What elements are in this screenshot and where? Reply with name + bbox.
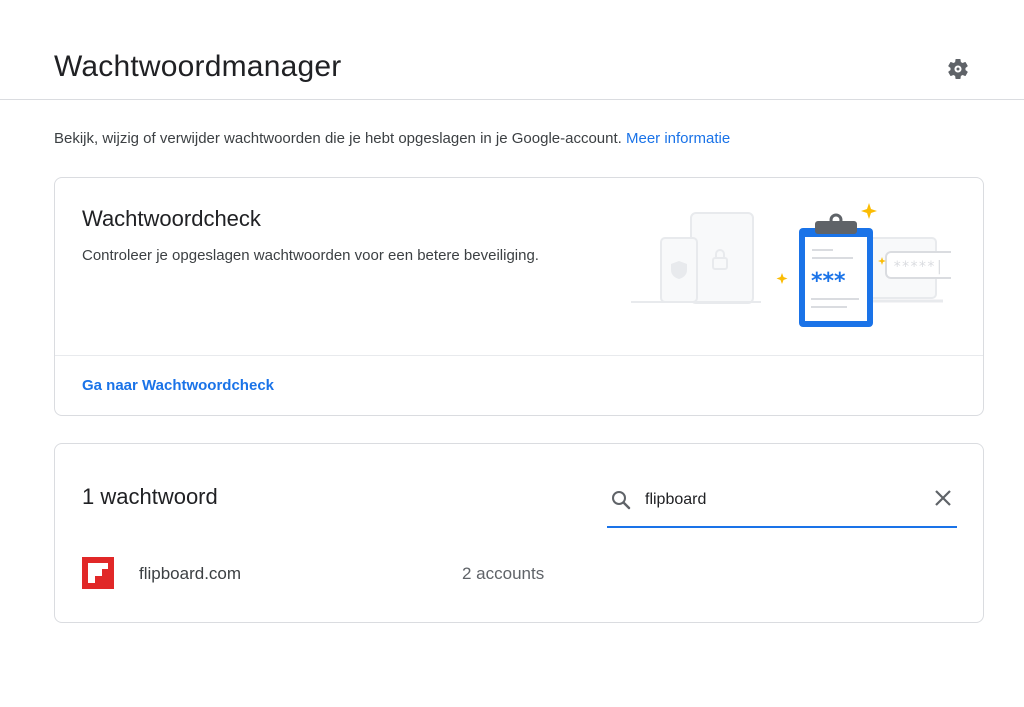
header: Wachtwoordmanager — [0, 0, 1024, 100]
intro-description: Bekijk, wijzig of verwijder wachtwoorden… — [54, 130, 622, 147]
settings-button[interactable] — [942, 53, 974, 85]
site-name: flipboard.com — [139, 564, 242, 583]
password-check-illustration: *****| *** — [631, 203, 951, 327]
illustration-stars: *** — [811, 269, 846, 294]
illustration-field-text: *****| — [893, 259, 944, 275]
gear-icon — [948, 59, 968, 79]
sparkle-icon — [861, 203, 877, 219]
close-icon[interactable] — [931, 486, 955, 510]
account-count: 2 accounts — [462, 564, 545, 583]
password-count: 1 wachtwoord — [82, 484, 218, 509]
password-check-description: Controleer je opgeslagen wachtwoorden vo… — [82, 247, 539, 264]
page-title: Wachtwoordmanager — [54, 50, 342, 83]
card-divider — [55, 355, 983, 356]
password-row[interactable]: flipboard.com 2 accounts — [55, 550, 983, 596]
learn-more-link[interactable]: Meer informatie — [626, 130, 730, 147]
search-input[interactable] — [645, 488, 915, 512]
password-list-card: 1 wachtwoord flipboard.com 2 accounts — [54, 443, 984, 623]
search-icon — [612, 491, 631, 510]
password-check-card: Wachtwoordcheck Controleer je opgeslagen… — [54, 177, 984, 416]
intro-text: Bekijk, wijzig of verwijder wachtwoorden… — [54, 130, 730, 147]
go-to-password-check-link[interactable]: Ga naar Wachtwoordcheck — [82, 377, 274, 394]
password-check-title: Wachtwoordcheck — [82, 206, 261, 231]
password-search — [607, 474, 957, 528]
sparkle-icon — [776, 273, 788, 284]
flipboard-favicon — [82, 557, 114, 589]
